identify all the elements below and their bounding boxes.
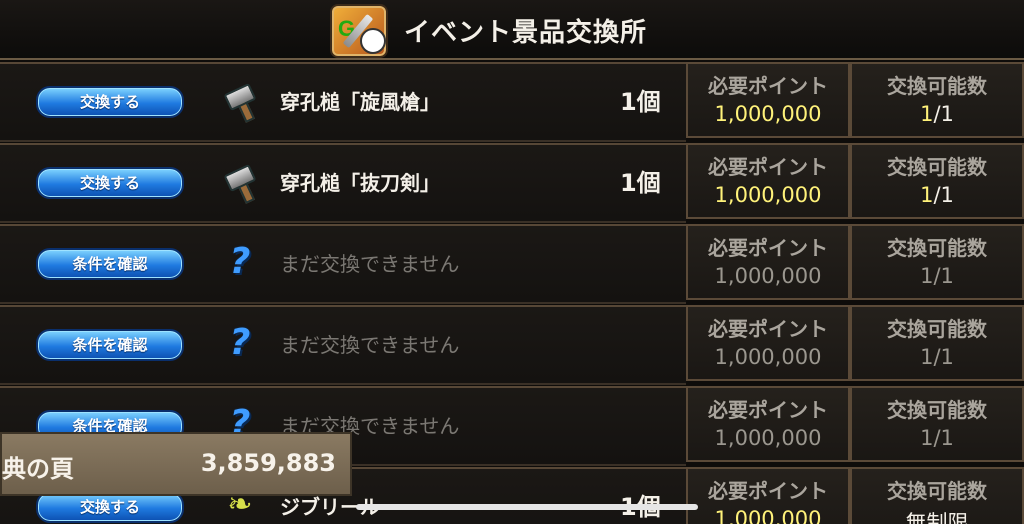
limit-current: 1 [920,426,934,450]
item-name: 穿孔槌「旋風槍」 [280,90,440,114]
required-points-value: 1,000,000 [714,102,822,126]
points-balance-value: 3,859,883 [200,449,336,477]
check-conditions-button[interactable]: 条件を確認 [36,329,184,361]
item-name: 穿孔槌「抜刀剣」 [280,171,440,195]
exchange-row-locked: 条件を確認 ? まだ交換できません 必要ポイント 1,000,000 交換可能数… [0,224,1024,304]
exchange-limit-panel: 交換可能数 1/1 [850,305,1024,381]
exchange-limit-label: 交換可能数 [887,74,987,98]
limit-current: 無制限 [905,511,969,524]
limit-current: 1 [920,183,934,207]
required-points-label: 必要ポイント [708,398,828,422]
exchange-limit-value: 1/1 [852,426,1022,450]
required-points-value: 1,000,000 [714,264,822,288]
required-points-value: 1,000,000 [714,345,822,369]
shop-icon: G [330,4,388,58]
exchange-limit-label: 交換可能数 [887,398,987,422]
exchange-limit-label: 交換可能数 [887,236,987,260]
exchange-limit-label: 交換可能数 [887,479,987,503]
question-icon: ? [229,241,251,282]
limit-total: /1 [933,426,954,450]
limit-total: /1 [933,102,954,126]
points-balance-label: 典の頁 [2,455,74,483]
page-title: イベント景品交換所 [404,18,648,48]
points-balance-box: 典の頁 3,859,883 [0,432,352,496]
exchange-row-locked: 条件を確認 ? まだ交換できません 必要ポイント 1,000,000 交換可能数… [0,305,1024,385]
item-name-locked: まだ交換できません [280,252,460,276]
exchange-button[interactable]: 交換する [36,86,184,118]
required-points-label: 必要ポイント [708,74,828,98]
required-points-label: 必要ポイント [708,317,828,341]
exchange-row: 交換する 穿孔槌「旋風槍」 1個 必要ポイント 1,000,000 交換可能数 … [0,62,1024,142]
limit-current: 1 [920,345,934,369]
exchange-row: 交換する 穿孔槌「抜刀剣」 1個 必要ポイント 1,000,000 交換可能数 … [0,143,1024,223]
exchange-limit-panel: 交換可能数 1/1 [850,143,1024,219]
limit-total: /1 [933,345,954,369]
required-points-panel: 必要ポイント 1,000,000 [686,386,850,462]
required-points-panel: 必要ポイント 1,000,000 [686,224,850,300]
exchange-limit-value: 1/1 [852,264,1022,288]
hammer-icon [222,163,258,204]
required-points-panel: 必要ポイント 1,000,000 [686,62,850,138]
exchange-limit-panel: 交換可能数 無制限 [850,467,1024,524]
limit-current: 1 [920,264,934,288]
required-points-panel: 必要ポイント 1,000,000 [686,143,850,219]
question-icon: ? [229,322,251,363]
hammer-icon [222,82,258,123]
required-points-panel: 必要ポイント 1,000,000 [686,305,850,381]
exchange-limit-label: 交換可能数 [887,155,987,179]
exchange-limit-panel: 交換可能数 1/1 [850,386,1024,462]
item-quantity: 1個 [620,88,661,116]
exchange-limit-value: 1/1 [852,345,1022,369]
exchange-limit-value: 1/1 [852,183,1022,207]
exchange-limit-value: 1/1 [852,102,1022,126]
exchange-limit-label: 交換可能数 [887,317,987,341]
required-points-label: 必要ポイント [708,155,828,179]
required-points-value: 1,000,000 [714,507,822,524]
required-points-value: 1,000,000 [714,426,822,450]
required-points-label: 必要ポイント [708,236,828,260]
exchange-button[interactable]: 交換する [36,167,184,199]
home-indicator[interactable] [356,504,698,510]
item-name-locked: まだ交換できません [280,333,460,357]
exchange-limit-value: 無制限 [852,507,1022,524]
limit-total: /1 [933,183,954,207]
limit-current: 1 [920,102,934,126]
required-points-label: 必要ポイント [708,479,828,503]
check-conditions-button[interactable]: 条件を確認 [36,248,184,280]
header-bar: G イベント景品交換所 [0,0,1024,60]
exchange-limit-panel: 交換可能数 1/1 [850,62,1024,138]
limit-total: /1 [933,264,954,288]
required-points-value: 1,000,000 [714,183,822,207]
required-points-panel: 必要ポイント 1,000,000 [686,467,850,524]
exchange-limit-panel: 交換可能数 1/1 [850,224,1024,300]
item-quantity: 1個 [620,169,661,197]
